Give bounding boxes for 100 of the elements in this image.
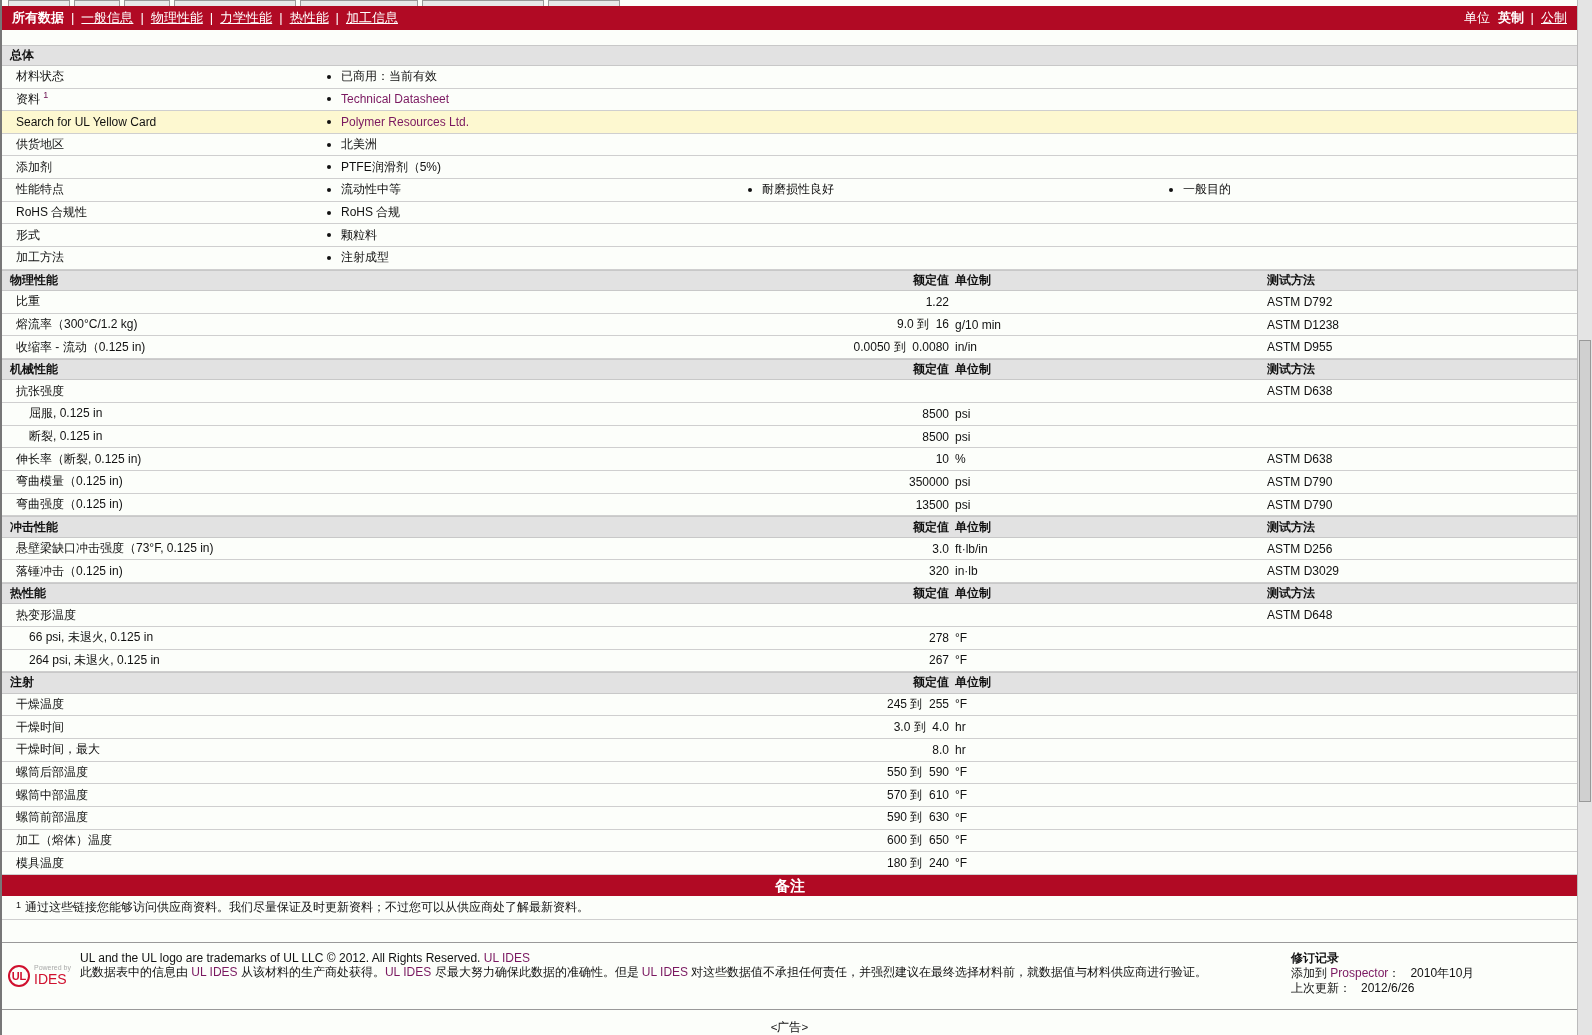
unit: °F: [955, 788, 969, 803]
bullet-icon: [748, 187, 752, 192]
nav-tab[interactable]: 所有数据: [12, 8, 64, 27]
tab-stub[interactable]: [124, 0, 170, 6]
bullet-icon: [327, 233, 331, 238]
unit: ft·lb/in: [955, 541, 989, 556]
unit: °F: [955, 653, 969, 668]
property-value: 350000: [907, 474, 950, 489]
info-label: Search for UL Yellow Card: [16, 115, 158, 129]
bullet-icon: [327, 120, 331, 124]
bullet-icon: [327, 142, 331, 147]
info-value: 注射成型: [341, 249, 389, 267]
ul-logo: UL: [8, 964, 30, 987]
info-value: 已商用：当前有效: [341, 68, 437, 86]
ul-ides-link[interactable]: UL IDES: [483, 950, 530, 965]
property-value: 8500: [921, 429, 950, 444]
separator: |: [140, 10, 144, 26]
property-label: 干燥时间，最大: [16, 741, 101, 759]
section-title: 物理性能: [10, 271, 59, 289]
nav-tab[interactable]: 物理性能: [150, 8, 203, 27]
bullet-icon: [1169, 187, 1173, 192]
tab-stub[interactable]: [8, 0, 70, 6]
property-label: 66 psi, 未退火, 0.125 in: [28, 629, 155, 647]
tab-stub[interactable]: [548, 0, 620, 6]
column-header: 测试方法: [1267, 361, 1316, 379]
info-label: 资料 $^{1}$: [16, 90, 50, 109]
property-value: 3.0 到 4.0: [892, 718, 950, 736]
bullet-icon: [327, 97, 331, 102]
column-header: 测试方法: [1267, 518, 1316, 536]
property-label: 干燥时间: [16, 718, 65, 736]
test-method: ASTM D638: [1267, 384, 1334, 399]
unit: psi: [955, 429, 972, 444]
property-value: 3.0: [931, 541, 950, 556]
property-value: 278: [927, 630, 950, 645]
units-label: 单位: [1463, 8, 1490, 27]
prospector-link[interactable]: Prospector: [1330, 965, 1389, 980]
test-method: ASTM D792: [1267, 294, 1334, 309]
nav-tab[interactable]: 力学性能: [220, 8, 273, 27]
info-value: RoHS 合规: [341, 204, 401, 222]
test-method: ASTM D648: [1267, 608, 1334, 623]
test-method: ASTM D3029: [1267, 564, 1341, 579]
info-link[interactable]: Polymer Resources Ltd.: [341, 115, 470, 129]
separator: |: [335, 10, 339, 26]
info-link[interactable]: Technical Datasheet: [341, 92, 450, 107]
unit: °F: [955, 856, 969, 871]
unit: psi: [955, 497, 972, 512]
ul-ides-link[interactable]: UL IDES: [641, 964, 689, 979]
added-date: 添加到 Prospector： 2010年10月: [1291, 965, 1476, 981]
unit: g/10 min: [955, 317, 1003, 332]
column-header: 额定值: [912, 518, 950, 536]
scrollbar[interactable]: [1577, 0, 1592, 1035]
property-label: 螺筒中部温度: [16, 786, 89, 804]
property-label: 弯曲强度（0.125 in): [16, 496, 124, 513]
bullet-icon: [327, 187, 331, 192]
scroll-thumb[interactable]: [1579, 340, 1591, 802]
bullet-icon: [327, 165, 331, 170]
bullet-icon: [327, 74, 331, 79]
info-value: 耐磨损性良好: [762, 181, 834, 199]
unit: in/in: [955, 340, 978, 355]
tab-stub[interactable]: [174, 0, 296, 6]
property-value: 570 到 610: [885, 786, 950, 804]
notes-title: 备注: [2, 874, 1577, 896]
unit: %: [955, 452, 967, 467]
footnote-mark: 1: [16, 899, 21, 910]
separator: |: [1530, 10, 1534, 26]
property-label: 悬壁梁缺口冲击强度（73°F, 0.125 in): [16, 540, 215, 557]
info-label: 性能特点: [16, 181, 65, 199]
test-method: ASTM D790: [1267, 474, 1334, 489]
property-value: 0.0050 到 0.0080: [852, 338, 950, 356]
property-value: 10: [934, 452, 950, 467]
nav-tab[interactable]: 一般信息: [81, 8, 134, 27]
property-label: 收缩率 - 流动（0.125 in): [16, 338, 147, 356]
property-value: 8500: [921, 406, 950, 421]
column-header: 单位制: [955, 271, 992, 289]
separator: |: [279, 10, 283, 26]
test-method: ASTM D955: [1267, 340, 1334, 355]
property-value: 1.22: [924, 294, 950, 309]
section-title: 总体: [10, 46, 35, 64]
column-header: 额定值: [912, 674, 950, 692]
test-method: ASTM D256: [1267, 541, 1334, 556]
info-value: 一般目的: [1183, 181, 1231, 199]
unit-option[interactable]: 公制: [1541, 8, 1567, 27]
nav-tab[interactable]: 热性能: [289, 8, 329, 27]
unit: psi: [955, 474, 972, 489]
unit: °F: [955, 833, 969, 848]
tab-stub[interactable]: [422, 0, 544, 6]
tab-stub[interactable]: [300, 0, 418, 6]
tab-stub[interactable]: [74, 0, 120, 6]
property-label: 加工（熔体）温度: [16, 831, 113, 849]
property-label: 落锤冲击（0.125 in): [16, 562, 124, 580]
property-value: 180 到 240: [885, 854, 950, 872]
ul-ides-link[interactable]: UL IDES: [191, 964, 238, 979]
unit-option[interactable]: 英制: [1497, 8, 1524, 27]
property-label: 比重: [16, 293, 41, 311]
ul-ides-link[interactable]: UL IDES: [384, 964, 432, 979]
property-label: 熔流率（300°C/1.2 kg): [16, 316, 139, 334]
property-label: 伸长率（断裂, 0.125 in): [16, 450, 143, 468]
property-value: 600 到 650: [885, 831, 950, 849]
nav-tab[interactable]: 加工信息: [345, 8, 398, 27]
section-title: 机械性能: [10, 361, 59, 379]
